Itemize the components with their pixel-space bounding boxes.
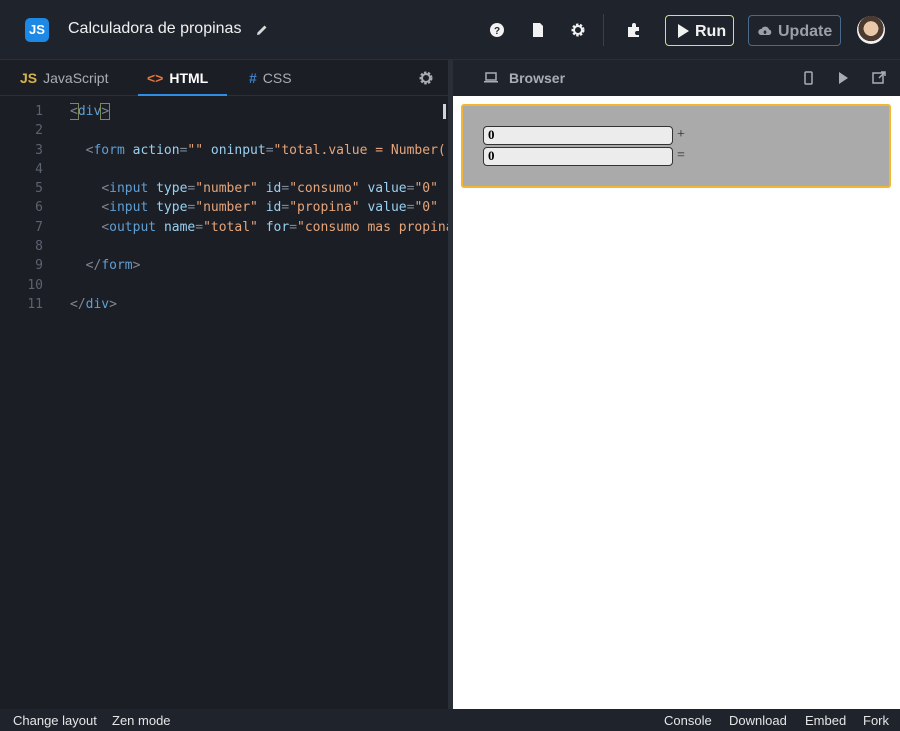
cloud-upload-icon: [758, 26, 772, 35]
status-bar: Change layout Zen mode Console Download …: [0, 709, 900, 731]
tab-css[interactable]: # CSS: [249, 60, 292, 96]
code-line: 5 <input type="number" id="consumo" valu…: [0, 179, 448, 198]
toolbar-divider: [603, 14, 604, 46]
code-line: 6 <input type="number" id="propina" valu…: [0, 198, 448, 217]
line-number: 4: [35, 161, 43, 177]
code-editor-pane: JS JavaScript <> HTML # CSS 1 <div> 2 3 <for…: [0, 60, 448, 709]
editor-settings-icon[interactable]: [418, 70, 434, 86]
line-number: 2: [35, 123, 43, 139]
code-line: 10: [0, 276, 448, 295]
file-icon[interactable]: [530, 22, 546, 38]
line-number: 9: [35, 258, 43, 274]
equals-operator: =: [677, 148, 685, 163]
line-number: 6: [35, 200, 43, 216]
settings-icon[interactable]: [570, 22, 586, 38]
tab-label: CSS: [262, 70, 292, 86]
html-icon: <>: [147, 70, 164, 86]
code-line: 9 </form>: [0, 256, 448, 275]
code-line: 1 <div>: [0, 102, 448, 121]
editor-scroll-thumb[interactable]: [443, 104, 446, 119]
code-line: 4: [0, 160, 448, 179]
code-line: 7 <output name="total" for="consumo mas …: [0, 218, 448, 237]
pencil-icon[interactable]: [255, 23, 269, 37]
zen-mode-button[interactable]: Zen mode: [112, 713, 171, 728]
help-icon[interactable]: ?: [489, 22, 505, 38]
tab-label: JavaScript: [43, 70, 109, 86]
mobile-view-icon[interactable]: [800, 70, 816, 86]
laptop-icon: [484, 72, 498, 83]
svg-text:?: ?: [494, 26, 500, 37]
code-area[interactable]: 1 <div> 2 3 <form action="" oninput="tota…: [0, 102, 448, 314]
line-number: 1: [35, 104, 43, 119]
line-number: 10: [27, 277, 43, 293]
download-button[interactable]: Download: [729, 713, 787, 728]
run-button[interactable]: Run: [665, 15, 734, 46]
project-title[interactable]: Calculadora de propinas: [68, 20, 241, 38]
code-line: 2: [0, 121, 448, 140]
app-logo[interactable]: JS: [25, 18, 49, 42]
browser-title: Browser: [509, 70, 566, 86]
css-icon: #: [249, 70, 257, 86]
top-bar: JS Calculadora de propinas ? Run Update: [0, 0, 900, 60]
js-icon: JS: [20, 70, 38, 86]
extensions-icon[interactable]: [626, 22, 642, 38]
browser-header: Browser: [453, 60, 900, 96]
open-external-icon[interactable]: [871, 70, 887, 86]
editor-tabs: JS JavaScript <> HTML # CSS: [0, 60, 448, 96]
update-label: Update: [778, 23, 833, 40]
line-number: 7: [35, 219, 43, 235]
fork-button[interactable]: Fork: [863, 713, 889, 728]
tab-javascript[interactable]: JS JavaScript: [20, 60, 108, 96]
tab-label: HTML: [169, 70, 209, 86]
propina-input[interactable]: 0: [483, 147, 673, 166]
embed-button[interactable]: Embed: [805, 713, 846, 728]
run-label: Run: [695, 23, 727, 40]
plus-operator: +: [677, 127, 685, 142]
line-number: 5: [35, 181, 43, 197]
browser-preview: 0 + 0 =: [453, 96, 900, 709]
update-button[interactable]: Update: [748, 15, 841, 46]
play-icon: [678, 24, 689, 38]
code-line: 8: [0, 237, 448, 256]
line-number: 11: [27, 296, 43, 312]
run-preview-icon[interactable]: [835, 70, 851, 86]
rendered-div: 0 + 0 =: [461, 104, 891, 188]
code-line: 11 </div>: [0, 295, 448, 314]
console-button[interactable]: Console: [664, 713, 712, 728]
change-layout-button[interactable]: Change layout: [13, 713, 97, 728]
consumo-input[interactable]: 0: [483, 126, 673, 145]
line-number: 8: [35, 239, 43, 255]
code-line: 3 <form action="" oninput="total.value =…: [0, 141, 448, 160]
tab-html[interactable]: <> HTML: [137, 60, 228, 96]
user-avatar[interactable]: [857, 16, 885, 44]
line-number: 3: [35, 142, 43, 158]
